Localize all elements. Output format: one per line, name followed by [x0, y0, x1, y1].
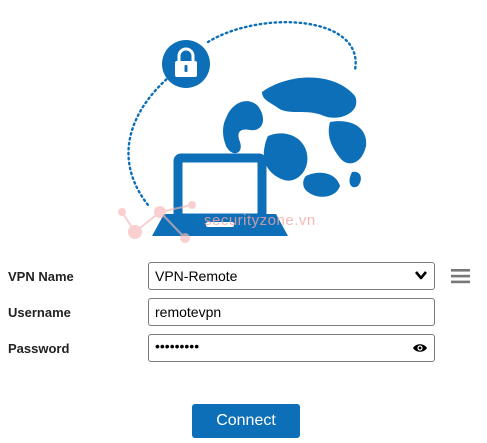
- chevron-down-icon: [415, 271, 427, 280]
- password-masked-value: •••••••••: [155, 338, 200, 354]
- username-value: remotevpn: [155, 304, 222, 320]
- lock-icon: [162, 40, 210, 88]
- vpn-name-row: VPN Name VPN-Remote: [0, 262, 487, 292]
- password-label: Password: [8, 341, 70, 356]
- vpn-name-value: VPN-Remote: [155, 268, 238, 284]
- vpn-name-select[interactable]: VPN-Remote: [148, 262, 435, 290]
- menu-icon[interactable]: [451, 268, 471, 284]
- password-row: Password •••••••••: [0, 334, 487, 364]
- password-input[interactable]: •••••••••: [148, 334, 435, 362]
- watermark-text: securityzone.vn: [204, 212, 316, 229]
- username-label: Username: [8, 305, 71, 320]
- username-input[interactable]: remotevpn: [148, 298, 435, 326]
- connect-button[interactable]: Connect: [192, 404, 300, 438]
- vpn-name-label: VPN Name: [8, 269, 74, 284]
- eye-icon[interactable]: [412, 342, 428, 354]
- vpn-illustration: [118, 20, 367, 243]
- username-row: Username remotevpn: [0, 298, 487, 328]
